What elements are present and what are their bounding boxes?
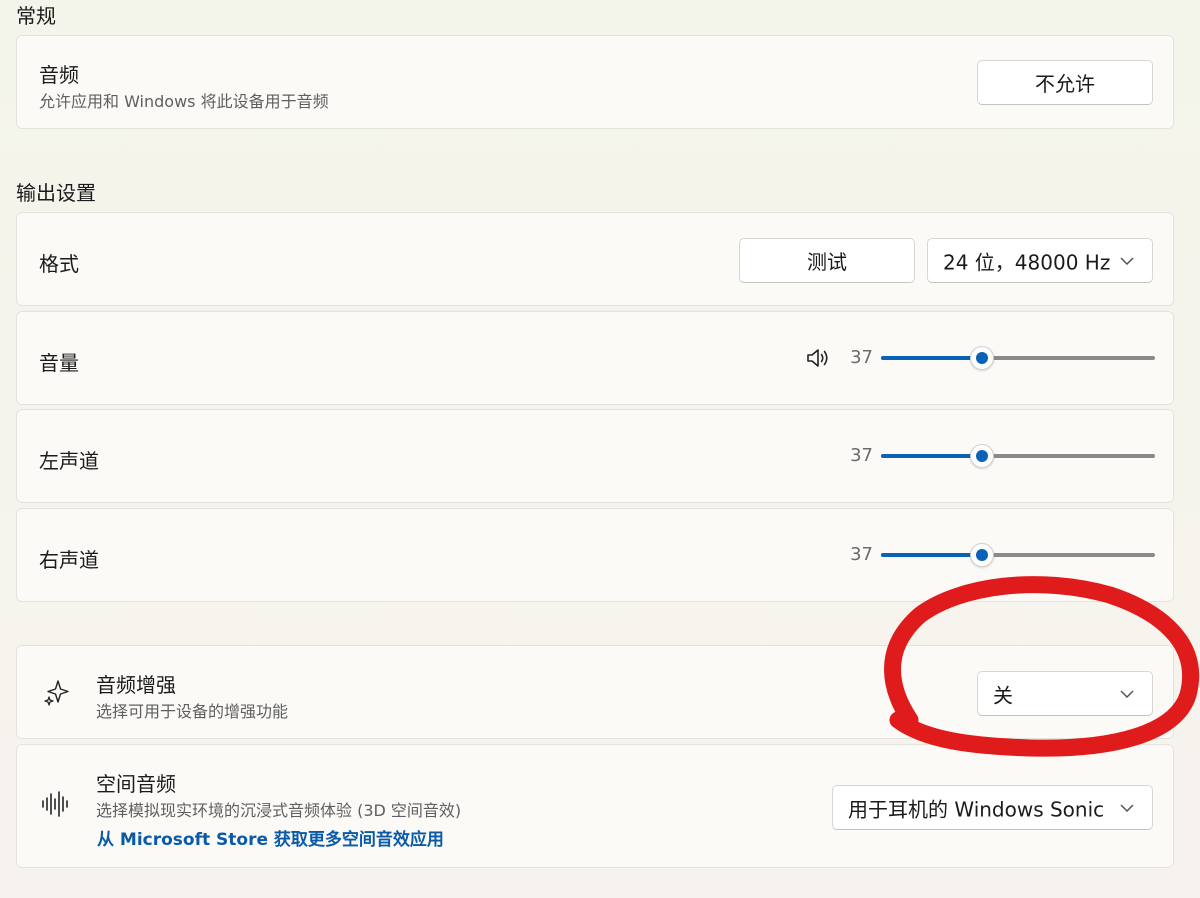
slider-fill bbox=[881, 454, 983, 458]
format-title: 格式 bbox=[39, 252, 79, 276]
slider-thumb[interactable] bbox=[970, 543, 995, 567]
volume-card: 音量 37 bbox=[16, 311, 1174, 405]
audio-title: 音频 bbox=[39, 63, 79, 87]
speaker-icon[interactable] bbox=[805, 346, 831, 370]
slider-thumb[interactable] bbox=[970, 346, 995, 370]
left-channel-slider[interactable] bbox=[881, 443, 1155, 469]
spatial-audio-card: 空间音频 选择模拟现实环境的沉浸式音频体验 (3D 空间音效) 从 Micros… bbox=[16, 744, 1174, 868]
enhancements-subtitle: 选择可用于设备的增强功能 bbox=[96, 702, 289, 721]
left-channel-value: 37 bbox=[850, 445, 873, 466]
spatial-audio-title: 空间音频 bbox=[96, 772, 176, 796]
chevron-down-icon bbox=[1120, 803, 1134, 812]
section-title-general: 常规 bbox=[16, 4, 56, 28]
section-title-output: 输出设置 bbox=[16, 181, 96, 205]
volume-title: 音量 bbox=[39, 351, 79, 375]
waveform-icon bbox=[42, 791, 68, 817]
spatial-audio-dropdown-value: 用于耳机的 Windows Sonic bbox=[848, 797, 1105, 821]
enhancements-dropdown-value: 关 bbox=[993, 683, 1013, 707]
format-card: 格式 测试 24 位，48000 Hz bbox=[16, 212, 1174, 306]
chevron-down-icon bbox=[1120, 689, 1134, 698]
left-channel-title: 左声道 bbox=[39, 449, 99, 473]
right-channel-value: 37 bbox=[850, 544, 873, 565]
sparkle-icon bbox=[44, 680, 69, 706]
slider-fill bbox=[881, 553, 983, 557]
microsoft-store-link[interactable]: 从 Microsoft Store 获取更多空间音效应用 bbox=[97, 825, 444, 850]
right-channel-slider[interactable] bbox=[881, 542, 1155, 568]
format-dropdown[interactable]: 24 位，48000 Hz bbox=[927, 238, 1153, 283]
chevron-down-icon bbox=[1120, 256, 1134, 265]
right-channel-title: 右声道 bbox=[39, 548, 99, 572]
enhancements-title: 音频增强 bbox=[96, 673, 176, 697]
volume-slider[interactable] bbox=[881, 345, 1155, 371]
spatial-audio-dropdown[interactable]: 用于耳机的 Windows Sonic bbox=[832, 785, 1153, 830]
spatial-audio-subtitle: 选择模拟现实环境的沉浸式音频体验 (3D 空间音效) bbox=[96, 801, 462, 820]
disallow-button[interactable]: 不允许 bbox=[977, 60, 1153, 105]
format-dropdown-value: 24 位，48000 Hz bbox=[943, 250, 1111, 274]
slider-thumb[interactable] bbox=[970, 444, 995, 468]
enhancements-dropdown[interactable]: 关 bbox=[977, 671, 1153, 716]
audio-subtitle: 允许应用和 Windows 将此设备用于音频 bbox=[39, 92, 329, 111]
volume-value: 37 bbox=[850, 347, 873, 368]
right-channel-card: 右声道 37 bbox=[16, 508, 1174, 602]
audio-card: 音频 允许应用和 Windows 将此设备用于音频 不允许 bbox=[16, 35, 1174, 129]
slider-fill bbox=[881, 356, 983, 360]
enhancements-card: 音频增强 选择可用于设备的增强功能 关 bbox=[16, 645, 1174, 739]
test-button[interactable]: 测试 bbox=[739, 238, 915, 283]
left-channel-card: 左声道 37 bbox=[16, 409, 1174, 503]
